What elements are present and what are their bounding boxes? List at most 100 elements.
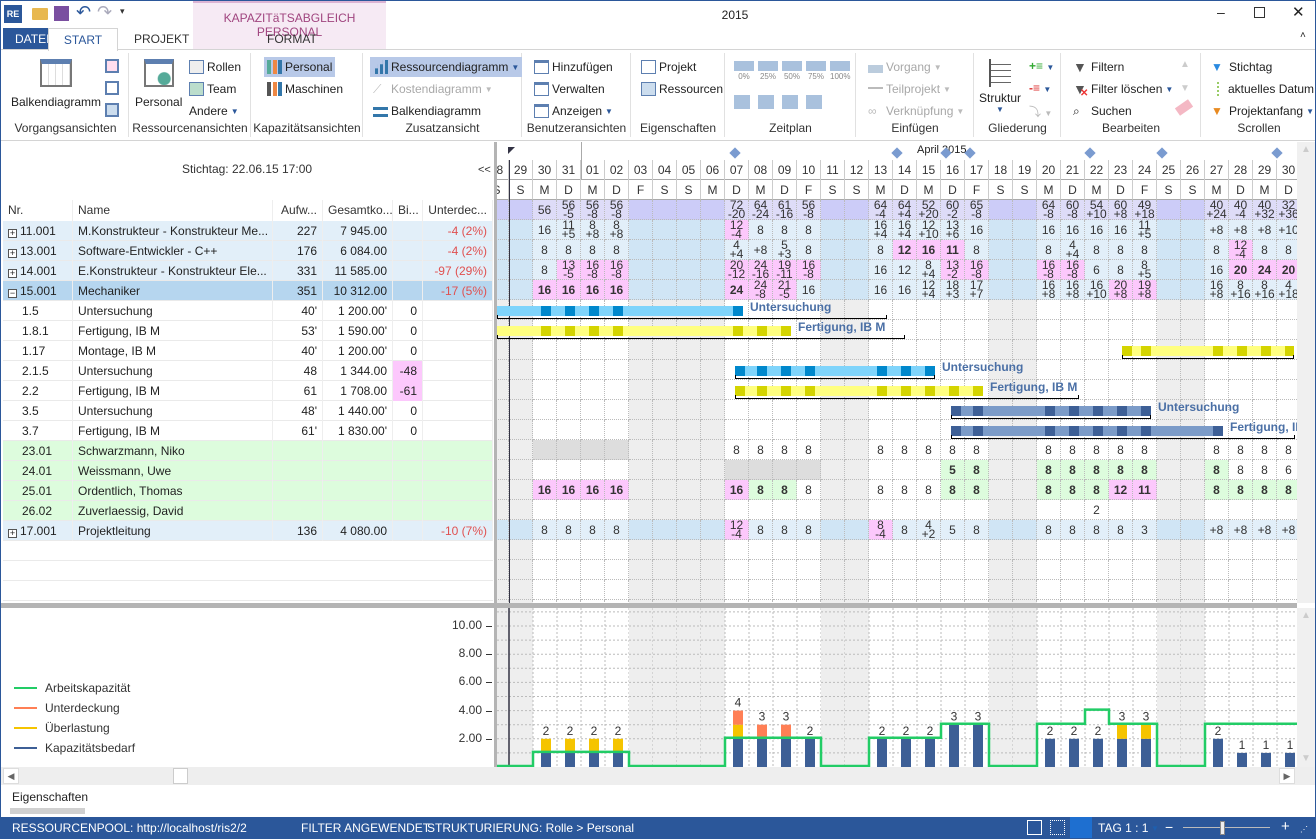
verwalten-button[interactable]: Verwalten	[531, 79, 608, 99]
suchen-button[interactable]: ⌕ Suchen	[1070, 101, 1135, 121]
zoom-out-button[interactable]: −	[1165, 819, 1173, 835]
hscrollbar[interactable]: ◀ ▶	[0, 767, 1316, 785]
ressourcendiagramm-button[interactable]: Ressourcendiagramm ▼	[370, 57, 523, 77]
table-row[interactable]: 25.01 Ordentlich, Thomas	[3, 481, 493, 501]
personal-view-button[interactable]: Personal	[135, 59, 182, 109]
table-row[interactable]: 26.02 Zuverlaessig, David	[3, 501, 493, 521]
expand-icon[interactable]: −	[8, 289, 17, 298]
minimize-icon[interactable]: ‒	[1217, 4, 1225, 20]
scroll-up-icon[interactable]: ▲	[1301, 610, 1311, 621]
schedule-icon[interactable]	[734, 95, 750, 109]
table-row[interactable]: 1.5 Untersuchung 40' 1 200.00' 0	[3, 301, 493, 321]
scroll-down-icon[interactable]: ▼	[1301, 753, 1311, 764]
zoom-dropdown-icon[interactable]: ▼	[1151, 824, 1159, 833]
kostendiagramm-button[interactable]: ⟋ Kostendiagramm ▼	[370, 79, 496, 99]
col-header-bi[interactable]: Bi...	[393, 200, 423, 221]
ressourcen-eigenschaften-button[interactable]: Ressourcen	[638, 79, 726, 99]
kapazitaet-personal-button[interactable]: Personal	[264, 57, 336, 77]
capacity-view-icon[interactable]	[1070, 817, 1092, 839]
collapse-pane-button[interactable]: <<	[478, 164, 491, 176]
percent-0-button[interactable]: 0%	[734, 61, 754, 81]
calendar-view-icon[interactable]	[105, 103, 119, 117]
unsplit-icon[interactable]	[782, 95, 798, 109]
save-icon[interactable]	[54, 6, 69, 21]
eigenschaften-panel-tab[interactable]: Eigenschaften	[12, 790, 88, 804]
scroll-up-icon[interactable]: ▲	[1301, 144, 1311, 155]
hinzufuegen-button[interactable]: Hinzufügen	[531, 57, 616, 77]
col-header-name[interactable]: Name	[73, 200, 273, 221]
table-row[interactable]: 24.01 Weissmann, Uwe	[3, 461, 493, 481]
filter-loeschen-button[interactable]: ▼ ✕ Filter löschen ▼	[1070, 79, 1176, 99]
resize-grip-icon[interactable]: ⋰	[1300, 825, 1308, 834]
percent-4-button[interactable]: 100%	[830, 61, 850, 81]
col-header-nr[interactable]: Nr.	[3, 200, 73, 221]
table-row[interactable]: 2.2 Fertigung, IB M 61 1 708.00 -61	[3, 381, 493, 401]
table-row[interactable]: −15.001 Mechaniker 351 10 312.00 -17 (5%)	[3, 281, 493, 301]
zusatz-balkendiagramm-button[interactable]: Balkendiagramm	[370, 101, 484, 121]
close-icon[interactable]: ✕	[1292, 3, 1305, 21]
outdent-icon[interactable]: -≡ ▼	[1029, 81, 1051, 95]
table-row[interactable]: 2.1.5 Untersuchung 48 1 344.00 -48	[3, 361, 493, 381]
stichtag-button[interactable]: ▼ Stichtag	[1208, 57, 1275, 77]
hscroll-thumb[interactable]	[173, 768, 188, 784]
team-button[interactable]: Team	[186, 79, 239, 99]
verknuepfung-button[interactable]: ∞ Verknüpfung ▼	[865, 101, 967, 121]
eraser-icon[interactable]	[1174, 99, 1194, 116]
resource-view-icon[interactable]	[1050, 820, 1065, 835]
expand-icon[interactable]: +	[8, 529, 17, 538]
andere-button[interactable]: Andere ▼	[186, 101, 242, 121]
move-row-icon[interactable]: ⤵ ▼	[1029, 103, 1052, 120]
col-header-unterdeckung[interactable]: Unterdec...	[423, 200, 493, 221]
projektanfang-button[interactable]: ▼ Projektanfang ▼	[1208, 101, 1316, 121]
open-icon[interactable]	[32, 8, 48, 20]
app-icon[interactable]: RE	[4, 5, 22, 23]
table-row[interactable]: +11.001 M.Konstrukteur - Konstrukteur Me.…	[3, 221, 493, 241]
percent-2-button[interactable]: 50%	[782, 61, 802, 81]
table-row[interactable]: +14.001 E.Konstrukteur - Konstrukteur Ele…	[3, 261, 493, 281]
tab-format[interactable]: FORMAT	[255, 28, 329, 50]
struktur-button[interactable]: Struktur ▼	[979, 59, 1021, 114]
undo-icon[interactable]: ↶	[76, 2, 91, 23]
zoom-in-button[interactable]: +	[1281, 818, 1290, 835]
col-header-gesamtkosten[interactable]: Gesamtko...	[323, 200, 393, 221]
expand-icon[interactable]: +	[8, 229, 17, 238]
anzeigen-button[interactable]: Anzeigen ▼	[531, 101, 616, 121]
scroll-right-icon[interactable]: ▶	[1279, 768, 1295, 784]
table-row[interactable]: 1.17 Montage, IB M 40' 1 200.00' 0	[3, 341, 493, 361]
table-row[interactable]: 3.7 Fertigung, IB M 61' 1 830.00' 0	[3, 421, 493, 441]
tab-projekt[interactable]: PROJEKT	[122, 28, 201, 50]
scroll-left-icon[interactable]: ◀	[3, 768, 19, 784]
filtern-button[interactable]: ▼ Filtern	[1070, 57, 1127, 77]
task-view-icon[interactable]	[105, 59, 119, 73]
move-up-icon[interactable]: ▲	[1180, 59, 1190, 70]
move-down-icon[interactable]: ▼	[1180, 83, 1190, 94]
balkendiagramm-button[interactable]: Balkendiagramm	[11, 59, 101, 109]
zoom-slider-thumb[interactable]	[1220, 821, 1226, 835]
projekt-eigenschaften-button[interactable]: Projekt	[638, 57, 699, 77]
tab-start[interactable]: START	[48, 28, 118, 51]
customize-icon[interactable]: ▾	[120, 6, 125, 17]
table-row[interactable]: 23.01 Schwarzmann, Niko	[3, 441, 493, 461]
gantt-view-icon[interactable]	[1027, 820, 1042, 835]
col-header-aufwand[interactable]: Aufw...	[273, 200, 323, 221]
indent-icon[interactable]: +≡ ▼	[1029, 59, 1054, 73]
percent-1-button[interactable]: 25%	[758, 61, 778, 81]
table-row[interactable]: +13.001 Software-Entwickler - C++ 176 6 084…	[3, 241, 493, 261]
move-icon[interactable]	[806, 95, 822, 109]
table-row[interactable]: 1.8.1 Fertigung, IB M 53' 1 590.00' 0	[3, 321, 493, 341]
expand-icon[interactable]: +	[8, 249, 17, 258]
collapse-ribbon-icon[interactable]: ˄	[1300, 30, 1306, 41]
zoom-level[interactable]: TAG 1 : 1	[1098, 821, 1148, 835]
table-row[interactable]: +17.001 Projektleitung 136 4 080.00 -10 (7%)	[3, 521, 493, 541]
chart-vscrollbar[interactable]: ▲ ▼	[1297, 608, 1316, 767]
top-vscrollbar[interactable]: ▲	[1297, 142, 1316, 603]
zoom-slider-track[interactable]	[1183, 827, 1270, 828]
network-view-icon[interactable]	[105, 81, 119, 95]
maximize-icon[interactable]	[1254, 7, 1265, 18]
expand-icon[interactable]: +	[8, 269, 17, 278]
aktuelles-datum-button[interactable]: aktuelles Datum	[1208, 79, 1316, 99]
vorgang-button[interactable]: Vorgang ▼	[865, 57, 945, 77]
redo-icon[interactable]: ↷	[97, 2, 112, 23]
split-icon[interactable]	[758, 95, 774, 109]
table-row[interactable]: 3.5 Untersuchung 48' 1 440.00' 0	[3, 401, 493, 421]
